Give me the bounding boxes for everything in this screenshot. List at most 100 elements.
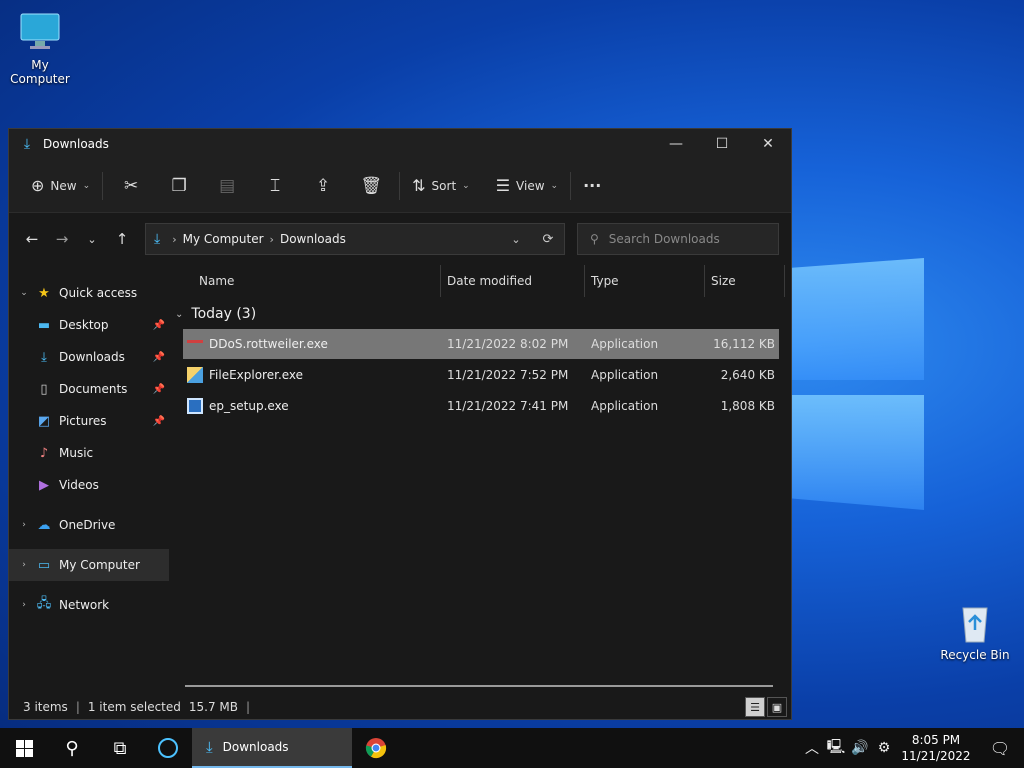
chrome-button[interactable] [352,728,400,768]
sidebar-item-label: Desktop [59,318,109,332]
taskbar-app-downloads[interactable]: ⤓ Downloads [192,728,352,768]
new-label: New [50,178,77,193]
notification-icon[interactable]: 🗨 [976,739,1024,758]
network-icon[interactable]: 🖳 [824,736,848,760]
address-bar[interactable]: ⤓ › My Computer › Downloads ⌄ ⟳ [145,223,565,255]
back-button[interactable]: ← [17,224,47,254]
column-header-name[interactable]: Name [169,265,441,297]
downloads-icon: ⤓ [23,136,31,152]
close-button[interactable]: ✕ [745,129,791,159]
large-icons-view-icon[interactable]: ▣ [767,697,787,717]
monitor-icon [18,10,62,54]
chevron-right-icon[interactable]: › [17,560,31,570]
chevron-right-icon[interactable]: › [17,520,31,530]
list-view-icon: ☰ [495,176,511,195]
column-header-type[interactable]: Type [585,265,705,297]
copy-icon: ❐ [171,175,187,196]
pin-icon[interactable]: 📌 [153,320,165,331]
clock-date: 11/21/2022 [901,749,971,763]
search-input[interactable] [608,232,759,246]
pin-icon[interactable]: 📌 [153,416,165,427]
desktop-icon-my-computer[interactable]: My Computer [0,10,80,86]
chevron-down-icon: ⌄ [175,308,184,320]
breadcrumb-my-computer[interactable]: My Computer [183,232,264,246]
sort-label: Sort [431,178,457,193]
downloads-icon: ⤓ [154,231,161,247]
column-header-size[interactable]: Size [705,265,785,297]
file-name: FileExplorer.exe [209,368,304,382]
star-icon: ★ [38,285,50,301]
maximize-button[interactable]: ☐ [699,129,745,159]
address-history-button[interactable]: ⌄ [500,224,532,254]
status-divider: | [246,700,251,714]
share-button[interactable]: ⇪ [299,169,347,203]
new-button[interactable]: ⊕ New ⌄ [23,169,98,203]
chevron-right-icon: › [269,232,274,246]
search-button[interactable]: ⚲ [48,728,96,768]
chevron-down-icon: ⌄ [550,180,559,191]
horizontal-scrollbar[interactable] [185,685,773,687]
file-type: Application [591,399,659,413]
column-header-date[interactable]: Date modified [441,265,585,297]
table-row[interactable]: FileExplorer.exe 11/21/2022 7:52 PM Appl… [183,360,779,390]
sidebar-item-label: Documents [59,382,128,396]
rename-button[interactable]: ⌶ [251,169,299,203]
clock-time: 8:05 PM [911,733,961,747]
search-box[interactable]: ⚲ [577,223,779,255]
sidebar-item-onedrive[interactable]: › ☁ OneDrive [9,509,169,541]
gear-icon[interactable]: ⚙ [872,740,896,756]
sidebar-item-documents[interactable]: ▯ Documents 📌 [9,373,169,405]
sidebar-item-label: Network [59,598,110,612]
delete-button[interactable]: 🗑 [347,169,395,203]
task-view-button[interactable]: ⧉ [96,728,144,768]
refresh-button[interactable]: ⟳ [532,224,564,254]
group-header-today[interactable]: ⌄ Today (3) [169,299,791,329]
clock[interactable]: 8:05 PM 11/21/2022 [896,732,976,764]
forward-button[interactable]: → [47,224,77,254]
minimize-button[interactable]: — [653,129,699,159]
column-label: Type [591,274,619,288]
plus-circle-icon: ⊕ [31,176,45,195]
sidebar-item-label: Downloads [59,350,125,364]
cut-button[interactable]: ✂ [107,169,155,203]
table-row[interactable]: DDoS.rottweiler.exe 11/21/2022 8:02 PM A… [183,329,779,359]
title-bar[interactable]: ⤓ Downloads — ☐ ✕ [9,129,791,159]
view-button[interactable]: ☰ View ⌄ [488,169,566,203]
pin-icon[interactable]: 📌 [153,352,165,363]
sidebar-item-videos[interactable]: ▶ Videos [9,469,169,501]
sidebar-item-label: My Computer [59,558,140,572]
sidebar-item-network[interactable]: › 🖧 Network [9,589,169,621]
sidebar-item-music[interactable]: ♪ Music [9,437,169,469]
start-button[interactable] [0,728,48,768]
paste-button[interactable]: ▤ [203,169,251,203]
file-date: 11/21/2022 7:41 PM [447,399,569,413]
view-toggle: ☰ ▣ [743,697,787,717]
details-view-icon[interactable]: ☰ [745,697,765,717]
desktop-folder-icon: ▬ [37,317,51,333]
sidebar-item-quick-access[interactable]: ⌄ ★ Quick access [9,277,169,309]
status-item-count: 3 items [23,700,68,714]
pin-icon[interactable]: 📌 [153,384,165,395]
up-button[interactable]: ↑ [107,224,137,254]
sidebar-item-pictures[interactable]: ◩ Pictures 📌 [9,405,169,437]
chevron-right-icon[interactable]: › [17,600,31,610]
file-explorer-exe-icon [187,367,203,383]
chevron-down-icon[interactable]: ⌄ [17,288,31,298]
file-size: 1,808 KB [720,399,775,413]
volume-icon[interactable]: 🔊 [848,740,872,756]
more-options-button[interactable]: ··· [575,169,609,203]
sidebar-item-downloads[interactable]: ⤓ Downloads 📌 [9,341,169,373]
recent-locations-button[interactable]: ⌄ [77,224,107,254]
table-row[interactable]: ep_setup.exe 11/21/2022 7:41 PM Applicat… [183,391,779,421]
cortana-button[interactable] [144,728,192,768]
file-size: 16,112 KB [713,337,775,351]
breadcrumb-downloads[interactable]: Downloads [280,232,346,246]
downloads-icon: ⤓ [206,738,213,756]
ellipsis-icon: ··· [583,176,602,195]
chevron-up-icon[interactable]: ︿ [800,738,824,758]
copy-button[interactable]: ❐ [155,169,203,203]
sidebar-item-desktop[interactable]: ▬ Desktop 📌 [9,309,169,341]
sort-button[interactable]: ⇅ Sort ⌄ [404,169,478,203]
sidebar-item-my-computer[interactable]: › ▭ My Computer [9,549,169,581]
desktop-icon-recycle-bin[interactable]: Recycle Bin [935,600,1015,662]
